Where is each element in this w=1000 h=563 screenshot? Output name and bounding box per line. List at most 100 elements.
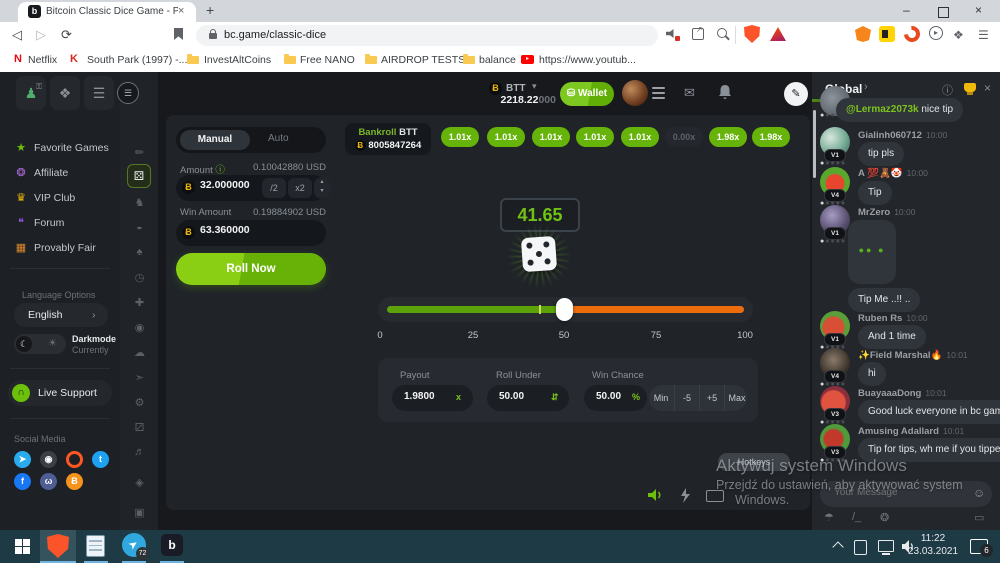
browser-menu-icon[interactable]: ☰ bbox=[978, 28, 989, 42]
bookmark-icon[interactable] bbox=[174, 28, 183, 40]
max-button[interactable]: Max bbox=[724, 385, 749, 411]
game-tile-diamond-icon[interactable]: ❖ bbox=[50, 76, 80, 110]
turbo-icon[interactable] bbox=[680, 488, 691, 508]
mail-icon[interactable]: ✉ bbox=[684, 85, 695, 101]
taskbar-notepad[interactable] bbox=[78, 530, 114, 561]
timer-game-icon[interactable]: ◷ bbox=[132, 271, 147, 284]
tab-close-icon[interactable]: × bbox=[178, 5, 184, 17]
cloud-game-icon[interactable]: ☁ bbox=[132, 346, 147, 359]
account-menu-icon[interactable] bbox=[652, 87, 665, 99]
multiplier-button[interactable]: 1.01x bbox=[441, 127, 479, 147]
chat-close-icon[interactable]: × bbox=[984, 81, 991, 95]
roll-under-input[interactable] bbox=[499, 391, 543, 402]
win-chance-input[interactable] bbox=[596, 391, 632, 402]
sidebar-item-vip-club[interactable]: ♛VIP Club bbox=[14, 188, 114, 204]
bookmark-item[interactable]: https://www.youtub... bbox=[539, 54, 636, 66]
sidebar-item-favorite-games[interactable]: ★Favorite Games bbox=[14, 138, 114, 154]
language-selector[interactable]: English › bbox=[14, 303, 108, 327]
window-minimize-button[interactable]: – bbox=[903, 3, 910, 17]
min-button[interactable]: Min bbox=[649, 385, 673, 411]
emoji-icon[interactable]: ☺ bbox=[973, 486, 985, 500]
bookmark-item[interactable]: South Park (1997) -... bbox=[87, 54, 187, 66]
rain-tip-icon[interactable]: ☂ bbox=[824, 511, 834, 524]
chat-username[interactable]: Ruben Rs10:00 bbox=[858, 313, 928, 324]
facebook-icon[interactable]: f bbox=[14, 473, 31, 490]
new-tab-button[interactable]: + bbox=[206, 2, 214, 18]
reload-icon[interactable]: ⟳ bbox=[61, 27, 72, 43]
bookmark-item[interactable]: Netflix bbox=[28, 54, 57, 66]
bell-icon[interactable] bbox=[718, 84, 732, 103]
gem-game-icon[interactable]: ◈ bbox=[132, 476, 147, 489]
classic-dice-icon[interactable]: ⚄ bbox=[127, 164, 151, 188]
taskbar-brave[interactable] bbox=[40, 530, 76, 561]
payout-input[interactable] bbox=[404, 391, 448, 402]
chat-username[interactable]: MrZero10:00 bbox=[858, 207, 915, 218]
chat-username[interactable]: ✨Field Marshal🔥10:01 bbox=[858, 350, 968, 361]
discord-icon[interactable]: ω bbox=[40, 473, 57, 490]
ball-game-icon[interactable]: ◒ bbox=[132, 221, 147, 233]
trophy-icon[interactable] bbox=[964, 83, 976, 92]
lock-icon[interactable] bbox=[209, 33, 217, 39]
forward-icon[interactable]: ▷ bbox=[36, 27, 46, 43]
multiplier-button[interactable]: 1.01x bbox=[621, 127, 659, 147]
browser-tab[interactable]: b Bitcoin Classic Dice Game - Play D × bbox=[18, 2, 196, 22]
chat-message-input[interactable] bbox=[832, 486, 966, 499]
multiplier-button[interactable]: 1.01x bbox=[532, 127, 570, 147]
amount-input[interactable] bbox=[200, 179, 270, 191]
chat-rules-icon[interactable]: ▭ bbox=[974, 511, 984, 524]
hotkeys-icon[interactable] bbox=[706, 490, 724, 502]
chat-username[interactable]: Amusing Adallard10:01 bbox=[858, 426, 964, 437]
brave-shield-icon[interactable] bbox=[744, 25, 760, 43]
window-maximize-button[interactable] bbox=[938, 7, 949, 18]
clock-time[interactable]: 11:22 bbox=[908, 533, 958, 544]
slots-game-icon[interactable]: ▣ bbox=[132, 506, 147, 519]
play-extension-icon[interactable]: ▸ bbox=[929, 26, 943, 40]
slider-thumb[interactable] bbox=[556, 298, 573, 321]
metamask-icon[interactable] bbox=[855, 26, 871, 42]
coin-drop-icon[interactable]: ❂ bbox=[880, 511, 889, 524]
minus5-button[interactable]: -5 bbox=[674, 385, 699, 411]
multiplier-button[interactable]: 1.01x bbox=[487, 127, 525, 147]
crash-game-icon[interactable]: ✏ bbox=[132, 146, 147, 159]
bookmark-item[interactable]: AIRDROP TESTS bbox=[381, 54, 465, 66]
multiplier-button[interactable]: 0.00x bbox=[665, 127, 703, 147]
amount-stepper[interactable]: ▴▾ bbox=[314, 178, 330, 198]
chat-username[interactable]: Gialinh06071210:00 bbox=[858, 130, 947, 141]
chat-info-icon[interactable]: ⓘ bbox=[942, 82, 953, 98]
twitter-icon[interactable]: t bbox=[92, 451, 109, 468]
dice-duo-game-icon[interactable]: ⚂ bbox=[132, 421, 147, 434]
steam-icon[interactable]: ◉ bbox=[40, 451, 57, 468]
bookmark-item[interactable]: balance bbox=[479, 54, 516, 66]
url-bar[interactable]: bc.game/classic-dice bbox=[196, 25, 658, 46]
chat-toggle-icon[interactable]: ✎ bbox=[784, 82, 808, 106]
user-avatar[interactable] bbox=[622, 80, 648, 106]
tray-tablet-icon[interactable] bbox=[854, 540, 867, 555]
roll-slider[interactable] bbox=[378, 297, 753, 322]
multiplier-button[interactable]: 1.98x bbox=[709, 127, 747, 147]
plane-game-icon[interactable]: ➣ bbox=[132, 371, 147, 384]
reddit-icon[interactable] bbox=[66, 451, 83, 468]
bitcoin-icon[interactable]: Ƀ bbox=[66, 473, 83, 490]
clock-date[interactable]: 23.03.2021 bbox=[903, 546, 963, 557]
bat-rewards-icon[interactable] bbox=[770, 27, 786, 41]
back-icon[interactable]: ◁ bbox=[12, 27, 22, 43]
taskbar-telegram[interactable]: ➤ 72 bbox=[116, 530, 152, 561]
start-button[interactable] bbox=[15, 539, 30, 554]
music-game-icon[interactable]: ♬ bbox=[132, 446, 147, 458]
chat-username[interactable]: BuayaaaDong10:01 bbox=[858, 388, 947, 399]
chat-username[interactable]: A 💯🧸🤡10:00 bbox=[858, 168, 928, 179]
sidebar-item-provably-fair[interactable]: ▦Provably Fair bbox=[14, 238, 114, 254]
bookmark-item[interactable]: InvestAltCoins bbox=[204, 54, 271, 66]
game-tile-coins-icon[interactable]: ☰ bbox=[84, 76, 114, 110]
sidebar-item-affiliate[interactable]: ❂Affiliate bbox=[14, 163, 114, 179]
chevron-down-icon[interactable]: ▾ bbox=[532, 81, 537, 92]
chevron-right-icon[interactable]: › bbox=[864, 81, 868, 93]
orange-extension-icon[interactable] bbox=[901, 23, 924, 46]
roll-now-button[interactable]: Roll Now bbox=[176, 253, 326, 285]
bookmark-item[interactable]: Free NANO bbox=[300, 54, 355, 66]
yellow-extension-icon[interactable] bbox=[879, 26, 895, 42]
roulette-game-icon[interactable]: ◉ bbox=[132, 321, 147, 334]
half-bet-button[interactable]: /2 bbox=[262, 178, 286, 198]
sidebar-item-forum[interactable]: ❝Forum bbox=[14, 213, 114, 229]
win-amount-input[interactable] bbox=[200, 224, 270, 236]
